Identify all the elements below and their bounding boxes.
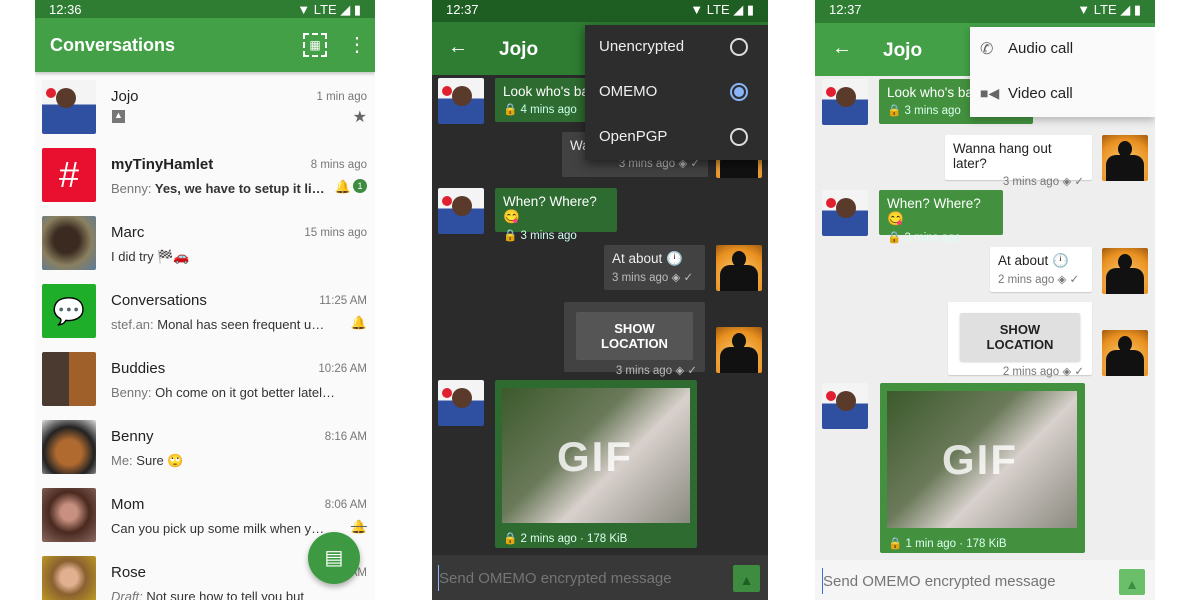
chat-screen-dark: 12:37 ▼ LTE ◢ ▮ ← Jojo Look who's ba 🔒 4 m…	[432, 0, 768, 600]
menu-item-unencrypted[interactable]: Unencrypted	[585, 25, 768, 70]
encryption-menu: Unencrypted OMEMO OpenPGP	[585, 25, 768, 160]
lock-icon: 🔒	[887, 105, 902, 117]
verified-check-icon: ◈ ✓	[671, 272, 694, 284]
contact-avatar	[822, 79, 868, 125]
page-title: Conversations	[50, 35, 176, 55]
new-conversation-fab[interactable]: ▤	[308, 532, 360, 584]
contact-avatar	[438, 380, 484, 426]
message-received: When? Where? 😋 🔒 3 mins ago	[879, 190, 1003, 244]
app-bar: Conversations ▦ ⋮	[35, 18, 375, 72]
lock-icon: 🔒	[887, 232, 902, 244]
status-bar: 12:37 ▼ LTE ◢ ▮	[815, 0, 1155, 23]
videocam-icon: ■◀	[980, 85, 1000, 101]
message-input[interactable]	[822, 568, 1102, 594]
conversation-item-benny[interactable]: Benny 8:16 AM Me: Sure 🙄	[35, 416, 375, 484]
conversation-item-buddies[interactable]: Buddies 10:26 AM Benny: Oh come on it got …	[35, 348, 375, 416]
verified-check-icon: ◈ ✓	[1062, 366, 1084, 378]
own-avatar	[1102, 135, 1148, 181]
status-bar: 12:37 ▼ LTE ◢ ▮	[432, 0, 768, 22]
own-avatar	[716, 327, 762, 373]
lock-icon: 🔒	[503, 230, 518, 242]
lock-icon: 🔒	[503, 533, 518, 545]
call-menu: ✆ Audio call ■◀ Video call	[970, 27, 1155, 117]
avatar	[42, 216, 96, 270]
message-sent: Wanna hang out later? 3 mins ago ◈ ✓	[945, 135, 1092, 188]
message-sent: At about 🕛 3 mins ago ◈ ✓	[604, 245, 705, 290]
message-image[interactable]: GIF 🔒 2 mins ago · 178 KiB	[495, 380, 697, 548]
own-avatar	[1102, 330, 1148, 376]
avatar: 💬	[42, 284, 96, 338]
lock-icon: 🔒	[503, 104, 518, 116]
gif-image[interactable]: GIF	[887, 391, 1077, 528]
chat-icon: ▤	[324, 547, 344, 569]
message-image[interactable]: GIF 🔒 1 min ago · 178 KiB	[880, 383, 1085, 553]
back-arrow-icon[interactable]: ←	[832, 37, 852, 60]
lock-icon: 🔒	[888, 538, 903, 550]
contact-avatar	[822, 383, 868, 429]
message-input-bar: ▲	[815, 560, 1155, 600]
avatar	[42, 352, 96, 406]
message-received: When? Where? 😋 🔒 3 mins ago	[495, 188, 617, 242]
radio-unencrypted	[730, 38, 748, 56]
star-icon: ★	[352, 109, 367, 126]
chat-screen-light: 12:37 ▼ LTE ◢ ▮ ← Jojo Look who's ba 🔒 3 m…	[815, 0, 1155, 600]
avatar	[42, 420, 96, 474]
show-location-button[interactable]: SHOW LOCATION	[576, 312, 693, 360]
bell-icon: 🔔	[350, 315, 367, 330]
menu-item-omemo[interactable]: OMEMO	[585, 70, 768, 115]
back-arrow-icon[interactable]: ←	[448, 36, 468, 59]
show-location-button[interactable]: SHOW LOCATION	[960, 313, 1080, 361]
conversation-item-conversations[interactable]: 💬 Conversations 11:25 AM stef.an: Monal has…	[35, 280, 375, 348]
chat-title: Jojo	[883, 40, 923, 61]
contact-avatar	[438, 188, 484, 234]
status-time: 12:36	[49, 2, 82, 17]
conversation-item-mytinyhamlet[interactable]: # myTinyHamlet 8 mins ago Benny: Yes, we ha…	[35, 144, 375, 212]
gif-image[interactable]: GIF	[502, 388, 690, 523]
own-avatar	[716, 245, 762, 291]
menu-item-audio-call[interactable]: ✆ Audio call	[970, 27, 1155, 72]
phone-icon: ✆	[980, 41, 994, 58]
conversation-list-screen: 12:36 ▼ LTE ◢ ▮ Conversations ▦ ⋮ Jojo 1 m…	[35, 0, 375, 600]
unread-badge: 1	[353, 179, 367, 193]
menu-item-video-call[interactable]: ■◀ Video call	[970, 72, 1155, 117]
image-icon: ▲	[112, 110, 125, 123]
message-location: SHOW LOCATION 2 mins ago ◈ ✓	[948, 302, 1092, 378]
radio-omemo	[730, 83, 748, 101]
chat-title: Jojo	[499, 39, 539, 60]
avatar	[42, 488, 96, 542]
message-input[interactable]	[438, 565, 718, 591]
avatar: #	[42, 148, 96, 202]
contact-avatar	[438, 78, 484, 124]
message-input-bar: ▲	[432, 555, 768, 600]
avatar	[42, 556, 96, 600]
conversation-item-marc[interactable]: Marc 15 mins ago I did try 🏁🚗	[35, 212, 375, 280]
bell-snooze-icon: 🔔	[334, 179, 351, 194]
attach-image-button[interactable]: ▲	[733, 565, 760, 592]
conversation-item-jojo[interactable]: Jojo 1 min ago ▲ ★	[35, 76, 375, 144]
verified-check-icon: ◈ ✓	[675, 365, 697, 377]
menu-item-openpgp[interactable]: OpenPGP	[585, 115, 768, 160]
bell-off-icon: 🔔	[350, 519, 367, 534]
qr-scan-icon[interactable]: ▦	[303, 33, 327, 57]
verified-check-icon: ◈ ✓	[1057, 274, 1080, 286]
verified-check-icon: ◈ ✓	[1062, 176, 1084, 188]
attach-image-button[interactable]: ▲	[1119, 569, 1145, 595]
status-icons: ▼ LTE ◢ ▮	[297, 2, 361, 17]
status-bar: 12:36 ▼ LTE ◢ ▮	[35, 0, 375, 20]
contact-avatar	[822, 190, 868, 236]
overflow-menu-icon[interactable]: ⋮	[347, 32, 367, 57]
radio-openpgp	[730, 128, 748, 146]
message-location: SHOW LOCATION 3 mins ago ◈ ✓	[564, 302, 705, 377]
own-avatar	[1102, 248, 1148, 294]
message-sent: At about 🕛 2 mins ago ◈ ✓	[990, 247, 1092, 292]
